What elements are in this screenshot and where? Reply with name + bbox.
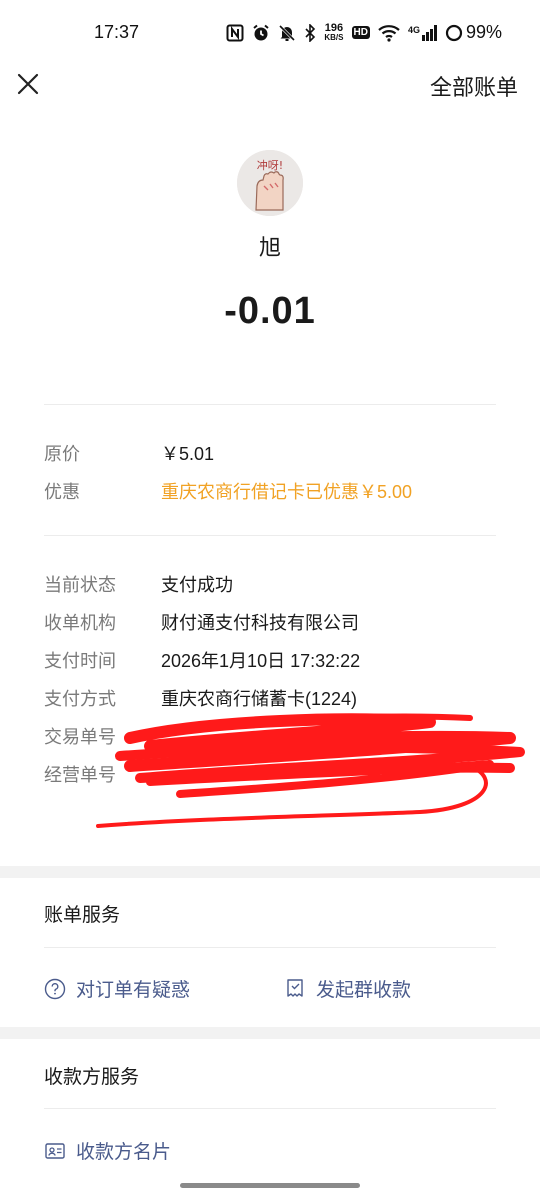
close-button[interactable] (14, 70, 42, 98)
status-row: 当前状态 支付成功 (44, 571, 496, 599)
payment-time-row: 支付时间 2026年1月10日 17:32:22 (44, 647, 496, 675)
business-card-icon (45, 1142, 65, 1159)
section-separator (0, 1027, 540, 1039)
group-collection-label: 发起群收款 (316, 980, 412, 1001)
battery-level: 99% (465, 22, 502, 42)
merchant-order-label: 经营单号 (44, 765, 116, 785)
cellular-signal-icon: 4G (407, 24, 437, 41)
hd-label: HD (351, 26, 370, 39)
transaction-id-row: 交易单号 (44, 723, 496, 751)
order-question-link[interactable]: 对订单有疑惑 (44, 975, 190, 1002)
network-speed-unit: KB/S (324, 33, 344, 42)
battery-icon: 99% (445, 22, 502, 43)
section-separator (0, 866, 540, 878)
divider (44, 404, 496, 405)
original-price-row: 原价 ￥5.01 (44, 440, 496, 468)
discount-label: 优惠 (44, 482, 80, 502)
home-indicator[interactable] (180, 1183, 360, 1188)
status-time: 17:37 (94, 22, 140, 42)
payee-services-title: 收款方服务 (44, 1067, 140, 1088)
divider (44, 1108, 496, 1109)
payment-time-value: 2026年1月10日 17:32:22 (161, 651, 361, 671)
nfc-icon (226, 24, 244, 42)
group-receipt-icon (287, 978, 303, 997)
payment-method-value: 重庆农商行储蓄卡(1224) (161, 689, 358, 709)
transaction-id-label: 交易单号 (44, 727, 116, 747)
avatar-text: 冲呀! (257, 158, 283, 172)
discount-value: 重庆农商行借记卡已优惠￥5.00 (161, 482, 413, 502)
status-label: 当前状态 (44, 575, 116, 595)
network-type-label: 4G (407, 24, 420, 35)
network-speed: 196 KB/S (324, 23, 343, 42)
all-bills-link[interactable]: 全部账单 (430, 70, 518, 102)
payee-card-label: 收款方名片 (76, 1142, 172, 1163)
acquirer-row: 收单机构 财付通支付科技有限公司 (44, 609, 496, 637)
original-price-label: 原价 (44, 444, 80, 464)
divider (44, 535, 496, 536)
divider (44, 947, 496, 948)
acquirer-value: 财付通支付科技有限公司 (161, 613, 359, 633)
question-circle-icon (44, 978, 66, 999)
bluetooth-icon (304, 23, 316, 42)
acquirer-label: 收单机构 (44, 613, 116, 633)
discount-row: 优惠 重庆农商行借记卡已优惠￥5.00 (44, 478, 496, 506)
merchant-name: 旭 (258, 235, 281, 260)
status-icons: 196 KB/S HD 4G 99% (226, 22, 502, 43)
merchant-avatar: 冲呀! (237, 150, 303, 216)
transaction-amount: -0.01 (224, 290, 316, 332)
payment-method-row: 支付方式 重庆农商行储蓄卡(1224) (44, 685, 496, 713)
payee-card-link[interactable]: 收款方名片 (44, 1137, 171, 1164)
merchant-order-row: 经营单号 (44, 761, 496, 789)
mute-icon (278, 24, 296, 42)
close-icon (17, 73, 39, 95)
payment-method-label: 支付方式 (44, 689, 116, 709)
status-bar: 17:37 196 KB/S HD 4G 99% (0, 0, 540, 66)
original-price-value: ￥5.01 (161, 444, 215, 464)
group-collection-link[interactable]: 发起群收款 (284, 975, 411, 1002)
wifi-icon (378, 24, 400, 42)
payment-time-label: 支付时间 (44, 651, 116, 671)
alarm-icon (252, 24, 270, 42)
bill-services-title: 账单服务 (44, 905, 121, 926)
order-question-label: 对订单有疑惑 (76, 980, 191, 1001)
hd-icon: HD (351, 26, 370, 39)
status-value: 支付成功 (161, 575, 233, 595)
